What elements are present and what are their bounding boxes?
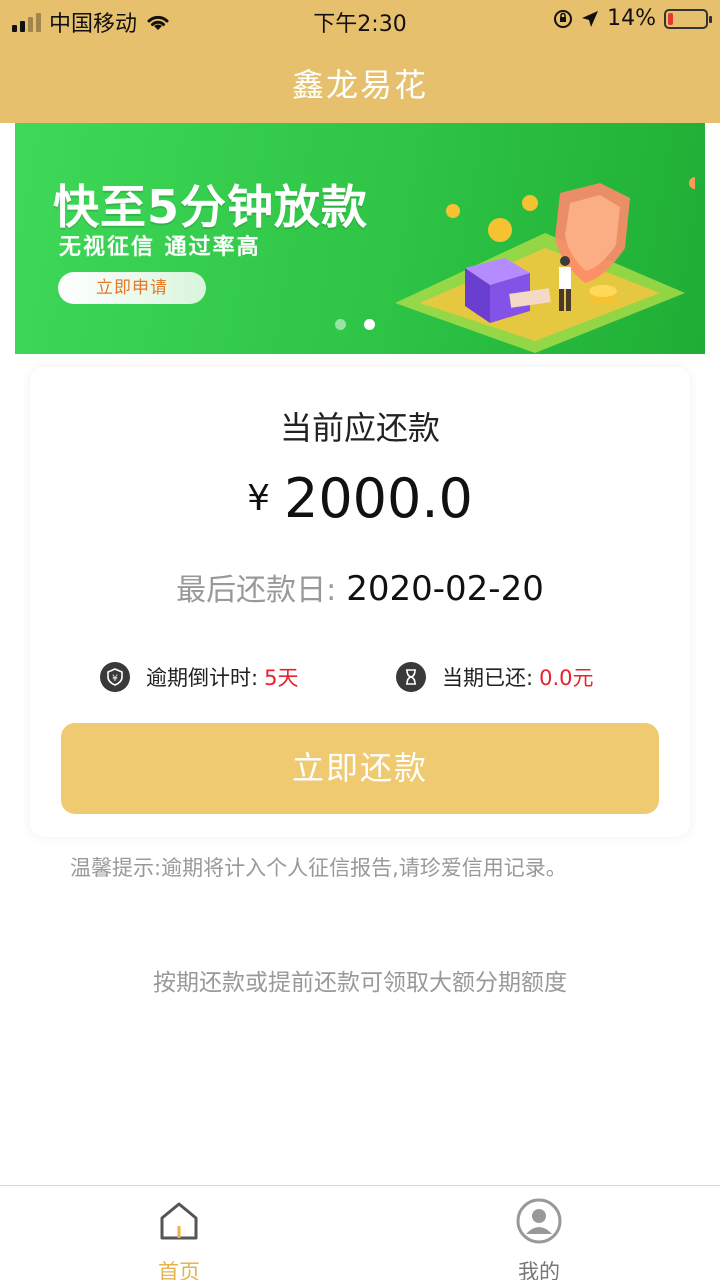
promo-banner[interactable]: 快至5分钟放款 无视征信 通过率高 立即申请 <box>15 123 705 354</box>
location-arrow-icon <box>582 10 599 27</box>
paid-this-period: 当期已还: 0.0元 <box>396 659 593 695</box>
header: 中国移动 下午2:30 14% 鑫龙易花 <box>0 0 720 123</box>
hourglass-icon <box>396 662 426 692</box>
due-date-row: 最后还款日: 2020-02-20 <box>30 565 690 609</box>
profile-icon <box>516 1198 562 1244</box>
home-icon <box>160 1202 198 1240</box>
tab-profile-label: 我的 <box>518 1260 560 1280</box>
tab-bar: 首页 我的 <box>0 1185 720 1280</box>
app-title: 鑫龙易花 <box>291 66 428 104</box>
tab-profile[interactable]: 我的 <box>469 1196 609 1280</box>
tab-home-label: 首页 <box>158 1260 200 1280</box>
amount-due: 2000.0 <box>283 467 473 530</box>
info-row: ¥ 逾期倒计时: 5天 当期已还: 0.0元 <box>30 659 690 695</box>
banner-headline: 快至5分钟放款 <box>53 180 369 234</box>
carousel-dot[interactable] <box>335 319 346 330</box>
rotation-lock-icon <box>554 9 573 28</box>
installment-promo-text: 按期还款或提前还款可领取大额分期额度 <box>153 970 567 996</box>
battery-percent: 14% <box>607 6 656 31</box>
payment-card: 当前应还款 ¥2000.0 最后还款日: 2020-02-20 ¥ 逾期倒计时: … <box>30 367 690 837</box>
due-date-value: 2020-02-20 <box>346 569 544 609</box>
warning-tip: 温馨提示:逾期将计入个人征信报告,请珍爱信用记录。 <box>70 856 567 880</box>
amount-row: ¥2000.0 <box>30 467 690 530</box>
overdue-label: 逾期倒计时: <box>146 666 259 690</box>
carousel-dot-active[interactable] <box>364 319 375 330</box>
battery-level <box>668 12 673 25</box>
shield-yen-icon: ¥ <box>100 662 130 692</box>
battery-icon <box>664 8 712 29</box>
due-date-label: 最后还款日: <box>176 573 337 608</box>
tab-home[interactable]: 首页 <box>109 1196 249 1280</box>
paid-value: 0.0元 <box>539 666 594 690</box>
svg-text:¥: ¥ <box>112 674 118 684</box>
currency-symbol: ¥ <box>247 478 270 519</box>
card-title: 当前应还款 <box>279 409 440 447</box>
status-bar: 中国移动 下午2:30 14% <box>0 0 720 40</box>
status-right: 14% <box>553 6 712 31</box>
repay-now-button[interactable]: 立即还款 <box>61 723 659 814</box>
banner-illustration <box>395 177 695 353</box>
apply-now-button[interactable]: 立即申请 <box>58 272 206 304</box>
paid-label: 当期已还: <box>442 666 534 690</box>
carousel-dots <box>335 319 375 330</box>
overdue-value: 5天 <box>264 666 299 690</box>
overdue-countdown: ¥ 逾期倒计时: 5天 <box>100 659 298 695</box>
banner-subline: 无视征信 通过率高 <box>59 234 261 260</box>
